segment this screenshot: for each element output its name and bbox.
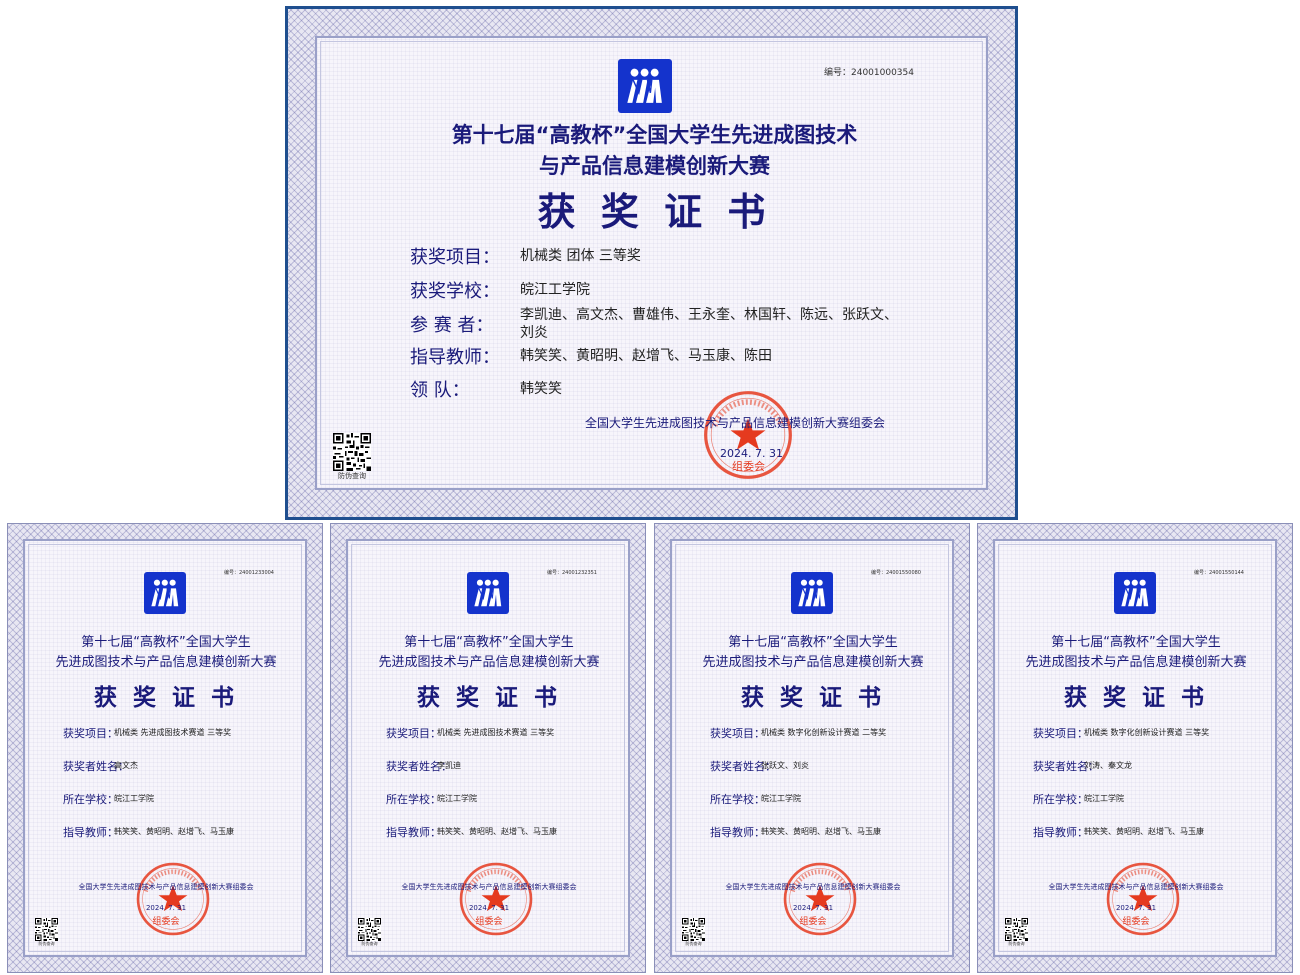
issue-date: 2024. 7. 31 bbox=[792, 904, 834, 912]
participants-value-line2: 刘炎 bbox=[520, 325, 548, 341]
certificate-heading: 获 奖 证 书 bbox=[740, 685, 886, 711]
competition-logo-icon bbox=[144, 572, 186, 614]
school-value: 皖江工学院 bbox=[520, 282, 590, 298]
project-label: 获奖项目： bbox=[710, 727, 765, 740]
winner-value: 李凯迪 bbox=[437, 761, 461, 770]
qr-code-label: 防伪查询 bbox=[361, 941, 378, 946]
qr-code-label: 防伪查询 bbox=[685, 941, 702, 946]
school-label: 获奖学校： bbox=[410, 281, 500, 302]
advisor-value: 韩笑笑、黄昭明、赵增飞、马玉康 bbox=[114, 827, 234, 836]
competition-title-line1: 第十七届“高教杯”全国大学生 bbox=[404, 635, 574, 650]
certificate-heading: 获 奖 证 书 bbox=[1063, 685, 1209, 711]
qr-code-icon[interactable] bbox=[333, 433, 371, 471]
advisor-value: 韩笑笑、黄昭明、赵增飞、马玉康 bbox=[437, 827, 557, 836]
qr-code-label: 防伪查询 bbox=[38, 941, 55, 946]
competition-title-line2: 与产品信息建模创新大赛 bbox=[539, 154, 770, 178]
small-certificate-1: 编号：24001233004 第十七届“高教杯”全国大学生 先进成图技术与产品信… bbox=[7, 523, 323, 973]
certificate-heading: 获 奖 证 书 bbox=[537, 190, 772, 234]
competition-logo-icon bbox=[791, 572, 833, 614]
advisor-label: 指导教师： bbox=[410, 347, 500, 368]
project-value: 机械类 团体 三等奖 bbox=[520, 248, 641, 264]
school-value: 皖江工学院 bbox=[114, 794, 154, 803]
serial-number: 编号：24001232351 bbox=[547, 570, 597, 576]
project-label: 获奖项目： bbox=[63, 727, 118, 740]
advisor-label: 指导教师： bbox=[1033, 826, 1088, 839]
school-value: 皖江工学院 bbox=[1084, 794, 1124, 803]
winner-value: 高文杰 bbox=[114, 761, 138, 770]
qr-code-label: 防伪查询 bbox=[1008, 941, 1025, 946]
school-label: 所在学校： bbox=[710, 793, 765, 806]
serial-number: 编号：24001000354 bbox=[824, 68, 914, 78]
seal-text: 组委会 bbox=[1122, 917, 1150, 927]
project-label: 获奖项目： bbox=[410, 247, 500, 268]
issue-date: 2024. 7. 31 bbox=[145, 904, 187, 912]
qr-code-label: 防伪查询 bbox=[338, 472, 366, 480]
certificate-heading: 获 奖 证 书 bbox=[416, 685, 562, 711]
project-value: 机械类 数字化创新设计赛道 三等奖 bbox=[1084, 728, 1210, 737]
organizer-name: 全国大学生先进成图技术与产品信息建模创新大赛组委会 bbox=[585, 416, 886, 430]
competition-title-line1: 第十七届“高教杯”全国大学生 bbox=[1051, 635, 1221, 650]
project-label: 获奖项目： bbox=[1033, 727, 1088, 740]
certificate-heading: 获 奖 证 书 bbox=[93, 685, 239, 711]
seal-text: 组委会 bbox=[152, 917, 180, 927]
school-label: 所在学校： bbox=[63, 793, 118, 806]
advisor-label: 指导教师： bbox=[386, 826, 441, 839]
logo-figures-icon bbox=[627, 69, 663, 104]
advisor-label: 指导教师： bbox=[63, 826, 118, 839]
school-label: 所在学校： bbox=[1033, 793, 1088, 806]
project-label: 获奖项目： bbox=[386, 727, 441, 740]
leader-value: 韩笑笑 bbox=[520, 381, 562, 397]
issue-date: 2024. 7. 31 bbox=[1115, 904, 1157, 912]
logo-figures-icon bbox=[1121, 579, 1149, 607]
project-value: 机械类 先进成图技术赛道 三等奖 bbox=[114, 728, 232, 737]
logo-figures-icon bbox=[151, 579, 179, 607]
school-value: 皖江工学院 bbox=[437, 794, 477, 803]
competition-title-line2: 先进成图技术与产品信息建模创新大赛 bbox=[55, 655, 277, 670]
school-value: 皖江工学院 bbox=[761, 794, 801, 803]
competition-title-line1: 第十七届“高教杯”全国大学生 bbox=[728, 635, 898, 650]
serial-number: 编号：24001550080 bbox=[871, 570, 921, 576]
issue-date: 2024. 7. 31 bbox=[468, 904, 510, 912]
leader-label: 领 队： bbox=[410, 380, 470, 401]
organizer-name: 全国大学生先进成图技术与产品信息建模创新大赛组委会 bbox=[725, 883, 901, 891]
advisor-value: 韩笑笑、黄昭明、赵增飞、马玉康 bbox=[761, 827, 881, 836]
advisor-value: 韩笑笑、黄昭明、赵增飞、马玉康、陈田 bbox=[520, 348, 772, 364]
competition-logo-icon bbox=[467, 572, 509, 614]
participants-label: 参 赛 者： bbox=[410, 315, 494, 336]
serial-number: 编号：24001233004 bbox=[224, 570, 274, 576]
seal-text: 组委会 bbox=[475, 917, 503, 927]
organizer-name: 全国大学生先进成图技术与产品信息建模创新大赛组委会 bbox=[1048, 883, 1224, 891]
competition-title-line1: 第十七届“高教杯”全国大学生 bbox=[81, 635, 251, 650]
main-certificate: 编号：24001000354 第十七届“高教杯”全国大学生先进成图技术 与产品信… bbox=[285, 6, 1018, 520]
logo-figures-icon bbox=[474, 579, 502, 607]
advisor-value: 韩笑笑、黄昭明、赵增飞、马玉康 bbox=[1084, 827, 1204, 836]
serial-number: 编号：24001550144 bbox=[1194, 570, 1244, 576]
participants-value-line1: 李凯迪、高文杰、曹雄伟、王永奎、林国轩、陈远、张跃文、 bbox=[520, 307, 898, 323]
organizer-name: 全国大学生先进成图技术与产品信息建模创新大赛组委会 bbox=[401, 883, 577, 891]
winner-value: 张跃文、刘炎 bbox=[761, 761, 809, 770]
school-label: 所在学校： bbox=[386, 793, 441, 806]
winner-value: 刘涛、秦文龙 bbox=[1084, 761, 1132, 770]
seal-text: 组委会 bbox=[732, 460, 765, 473]
small-certificate-2: 编号：24001232351 第十七届“高教杯”全国大学生 先进成图技术与产品信… bbox=[330, 523, 646, 973]
competition-title-line2: 先进成图技术与产品信息建模创新大赛 bbox=[1025, 655, 1247, 670]
small-certificate-4: 编号：24001550144 第十七届“高教杯”全国大学生 先进成图技术与产品信… bbox=[977, 523, 1293, 973]
advisor-label: 指导教师： bbox=[710, 826, 765, 839]
competition-logo-icon bbox=[618, 59, 672, 113]
small-certificate-3: 编号：24001550080 第十七届“高教杯”全国大学生 先进成图技术与产品信… bbox=[654, 523, 970, 973]
competition-title-line2: 先进成图技术与产品信息建模创新大赛 bbox=[378, 655, 600, 670]
project-value: 机械类 先进成图技术赛道 三等奖 bbox=[437, 728, 555, 737]
organizer-name: 全国大学生先进成图技术与产品信息建模创新大赛组委会 bbox=[78, 883, 254, 891]
competition-title-line1: 第十七届“高教杯”全国大学生先进成图技术 bbox=[451, 123, 858, 147]
logo-figures-icon bbox=[798, 579, 826, 607]
project-value: 机械类 数字化创新设计赛道 二等奖 bbox=[761, 728, 887, 737]
seal-text: 组委会 bbox=[799, 917, 827, 927]
competition-logo-icon bbox=[1114, 572, 1156, 614]
competition-title-line2: 先进成图技术与产品信息建模创新大赛 bbox=[702, 655, 924, 670]
